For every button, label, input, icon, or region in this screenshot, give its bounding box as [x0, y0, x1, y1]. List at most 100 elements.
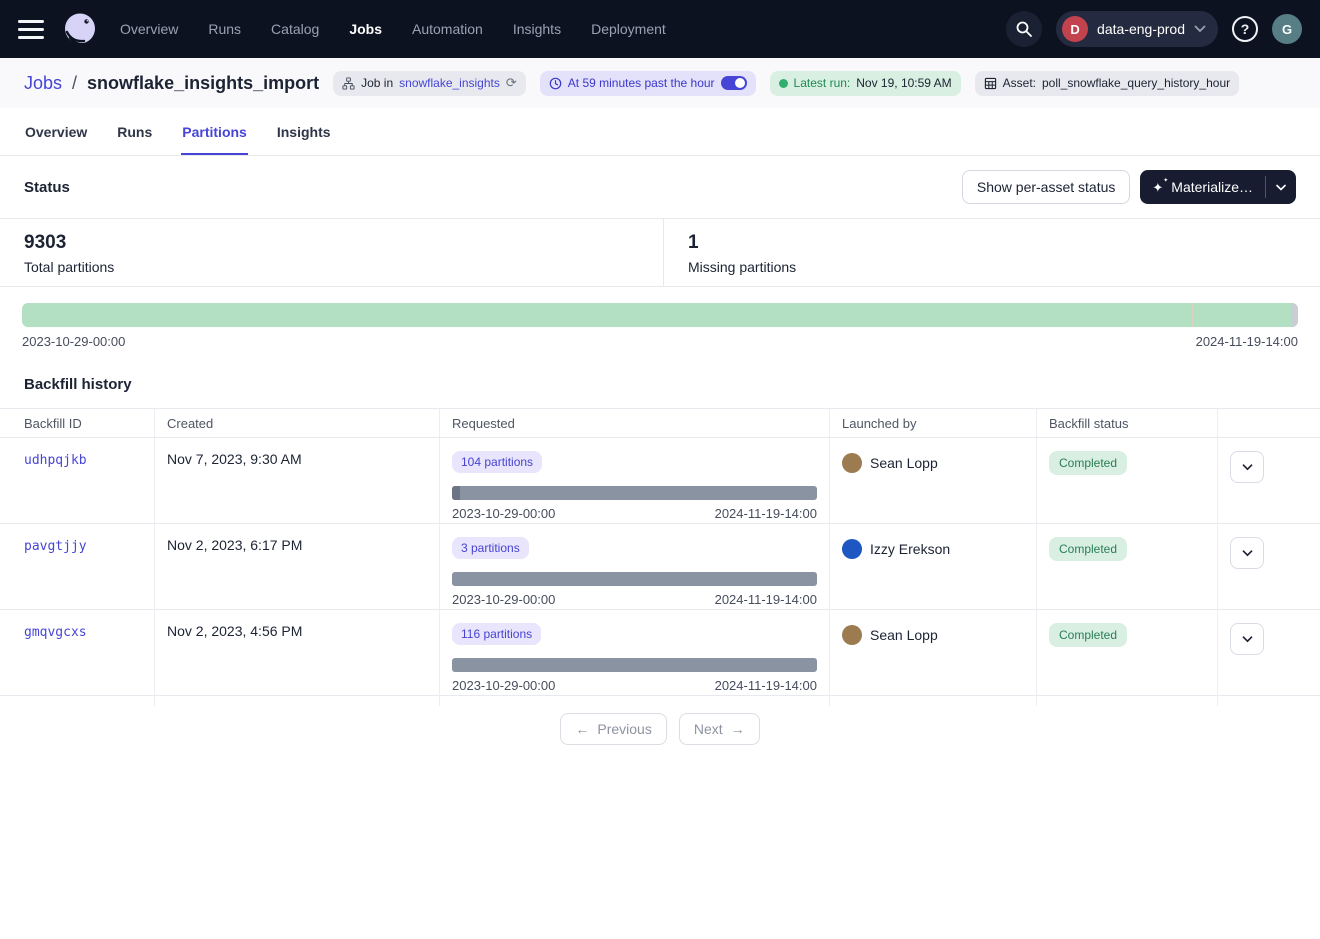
launched-by-name: Sean Lopp [870, 455, 938, 471]
workspace-name: data-eng-prod [1097, 21, 1185, 37]
col-created: Created [155, 409, 440, 437]
row-menu-button[interactable] [1230, 451, 1264, 483]
partitions-count-pill[interactable]: 104 partitions [452, 451, 542, 473]
partitions-count-pill[interactable]: 3 partitions [452, 537, 529, 559]
launched-by-cell: Izzy Erekson [842, 537, 1024, 559]
partition-bar-seam [1192, 303, 1193, 327]
hierarchy-icon [342, 77, 355, 90]
code-location-link[interactable]: snowflake_insights [399, 76, 500, 90]
missing-partitions-stat: 1 Missing partitions [663, 219, 1320, 286]
chevron-down-icon [1242, 550, 1253, 557]
row-menu-button[interactable] [1230, 623, 1264, 655]
tab-partitions[interactable]: Partitions [181, 108, 248, 155]
tab-insights[interactable]: Insights [276, 108, 332, 155]
requested-range-bar [452, 486, 817, 500]
asset-name[interactable]: poll_snowflake_query_history_hour [1042, 76, 1230, 90]
latest-run-label: Latest run: [794, 76, 851, 90]
nav-catalog[interactable]: Catalog [271, 21, 319, 37]
tab-overview[interactable]: Overview [24, 108, 88, 155]
col-backfill-id: Backfill ID [0, 409, 155, 437]
backfill-id-link[interactable]: gmqvgcxs [24, 625, 87, 640]
page-header: Jobs / snowflake_insights_import Job in … [0, 58, 1320, 108]
backfill-id-link[interactable]: pavgtjjy [24, 539, 87, 554]
chevron-down-icon [1194, 25, 1206, 33]
requested-range-bar [452, 572, 817, 586]
nav-insights[interactable]: Insights [513, 21, 561, 37]
backfill-history-title: Backfill history [0, 349, 1320, 408]
job-location-badge: Job in snowflake_insights ⟳ [333, 71, 526, 96]
tab-bar: Overview Runs Partitions Insights [0, 108, 1320, 156]
asset-grid-icon [984, 77, 997, 90]
status-section-header: Status Show per-asset status ✦ Materiali… [0, 156, 1320, 218]
latest-run-badge: Latest run: Nov 19, 10:59 AM [770, 71, 961, 96]
partition-status-bar[interactable] [22, 303, 1298, 327]
table-row: pavgtjjy Nov 2, 2023, 6:17 PM 3 partitio… [0, 524, 1320, 610]
status-title: Status [24, 179, 70, 196]
created-cell: Nov 7, 2023, 9:30 AM [155, 438, 440, 534]
workspace-switcher[interactable]: D data-eng-prod [1056, 11, 1218, 47]
materialize-dropdown-button[interactable] [1266, 170, 1296, 204]
requested-cell: 104 partitions 2023-10-29-00:00 2024-11-… [440, 438, 830, 534]
menu-icon[interactable] [18, 20, 44, 39]
range-start: 2023-10-29-00:00 [452, 506, 555, 521]
search-icon[interactable] [1006, 11, 1042, 47]
nav-overview[interactable]: Overview [120, 21, 178, 37]
reload-icon[interactable]: ⟳ [506, 75, 517, 91]
col-backfill-status: Backfill status [1037, 409, 1218, 437]
user-avatar [842, 539, 862, 559]
chevron-down-icon [1242, 464, 1253, 471]
user-avatar[interactable]: G [1272, 14, 1302, 44]
dagster-logo-icon[interactable] [60, 9, 100, 49]
partition-stats: 9303 Total partitions 1 Missing partitio… [0, 218, 1320, 287]
nav-jobs[interactable]: Jobs [349, 21, 382, 37]
col-requested: Requested [440, 409, 830, 437]
clock-icon [549, 77, 562, 90]
table-row: gmqvgcxs Nov 2, 2023, 4:56 PM 116 partit… [0, 610, 1320, 696]
backfill-id-link[interactable]: udhpqjkb [24, 453, 87, 468]
range-end: 2024-11-19-14:00 [715, 678, 817, 693]
next-page-button[interactable]: Next → [679, 713, 760, 745]
status-badge: Completed [1049, 537, 1127, 561]
materialize-split-button: ✦ Materialize… [1140, 170, 1296, 204]
created-cell: Nov 2, 2023, 4:56 PM [155, 610, 440, 706]
nav-deployment[interactable]: Deployment [591, 21, 666, 37]
arrow-left-icon: ← [575, 721, 589, 737]
status-badge: Completed [1049, 451, 1127, 475]
total-partitions-stat: 9303 Total partitions [0, 219, 663, 286]
breadcrumb-jobs-link[interactable]: Jobs [24, 73, 62, 94]
asset-badge: Asset: poll_snowflake_query_history_hour [975, 71, 1239, 96]
help-icon[interactable]: ? [1232, 16, 1258, 42]
tab-runs[interactable]: Runs [116, 108, 153, 155]
latest-run-time[interactable]: Nov 19, 10:59 AM [856, 76, 951, 90]
col-launched-by: Launched by [830, 409, 1037, 437]
launched-by-cell: Sean Lopp [842, 451, 1024, 473]
materialize-label: Materialize… [1171, 179, 1253, 195]
schedule-badge: At 59 minutes past the hour [540, 71, 756, 96]
created-cell: Nov 2, 2023, 6:17 PM [155, 524, 440, 620]
primary-nav: Overview Runs Catalog Jobs Automation In… [120, 21, 666, 37]
missing-partition-segment [1291, 303, 1298, 327]
launched-by-cell: Sean Lopp [842, 623, 1024, 645]
partitions-count-pill[interactable]: 116 partitions [452, 623, 541, 645]
row-menu-button[interactable] [1230, 537, 1264, 569]
job-in-label: Job in [361, 76, 393, 90]
page-title: snowflake_insights_import [87, 73, 319, 94]
partition-range-start: 2023-10-29-00:00 [22, 334, 125, 349]
run-status-dot-icon [779, 79, 788, 88]
materialize-button[interactable]: ✦ Materialize… [1140, 170, 1265, 204]
range-start: 2023-10-29-00:00 [452, 678, 555, 693]
requested-range-bar [452, 658, 817, 672]
range-end: 2024-11-19-14:00 [715, 592, 817, 607]
nav-runs[interactable]: Runs [208, 21, 241, 37]
status-badge: Completed [1049, 623, 1127, 647]
schedule-toggle[interactable] [721, 76, 747, 90]
previous-page-button[interactable]: ← Previous [560, 713, 666, 745]
partition-health-section: 2023-10-29-00:00 2024-11-19-14:00 [0, 287, 1320, 349]
chevron-down-icon [1242, 636, 1253, 643]
backfill-table-header: Backfill ID Created Requested Launched b… [0, 408, 1320, 438]
range-end: 2024-11-19-14:00 [715, 506, 817, 521]
nav-automation[interactable]: Automation [412, 21, 483, 37]
show-per-asset-status-button[interactable]: Show per-asset status [962, 170, 1131, 204]
user-avatar [842, 625, 862, 645]
breadcrumb-separator: / [72, 73, 77, 94]
